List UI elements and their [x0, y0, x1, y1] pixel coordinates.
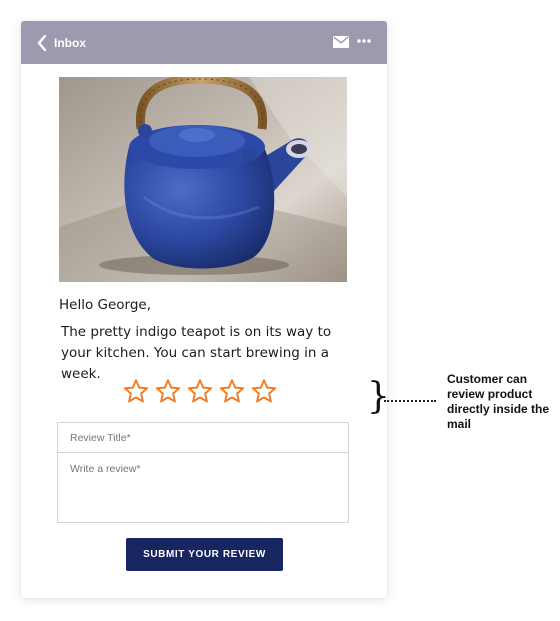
submit-review-button[interactable]: SUBMIT YOUR REVIEW — [126, 538, 283, 571]
rating-star-1[interactable] — [123, 378, 149, 404]
back-to-inbox-button[interactable]: Inbox — [37, 32, 86, 54]
email-greeting: Hello George, — [59, 297, 152, 313]
annotation-dotted-line — [384, 400, 436, 402]
rating-star-3[interactable] — [187, 378, 213, 404]
more-horizontal-icon[interactable] — [357, 38, 371, 44]
chevron-left-icon — [37, 35, 47, 51]
email-header-bar: Inbox — [21, 21, 387, 64]
review-title-input[interactable] — [57, 422, 349, 452]
star-icon — [155, 379, 181, 403]
annotation-callout-text: Customer can review product directly ins… — [447, 372, 550, 431]
rating-star-5[interactable] — [251, 378, 277, 404]
page: Inbox Hello George, The pretty indigo te… — [0, 0, 560, 621]
star-rating — [123, 378, 277, 404]
review-body-textarea[interactable] — [57, 452, 349, 523]
email-card: Inbox Hello George, The pretty indigo te… — [21, 21, 387, 598]
rating-star-4[interactable] — [219, 378, 245, 404]
envelope-icon[interactable] — [333, 36, 349, 48]
rating-star-2[interactable] — [155, 378, 181, 404]
star-icon — [219, 379, 245, 403]
star-icon — [251, 379, 277, 403]
annotation-brace: } — [367, 376, 390, 417]
teapot-product-image — [59, 77, 347, 282]
star-icon — [187, 379, 213, 403]
back-label: Inbox — [54, 36, 86, 50]
star-icon — [123, 379, 149, 403]
email-message: The pretty indigo teapot is on its way t… — [61, 324, 332, 382]
